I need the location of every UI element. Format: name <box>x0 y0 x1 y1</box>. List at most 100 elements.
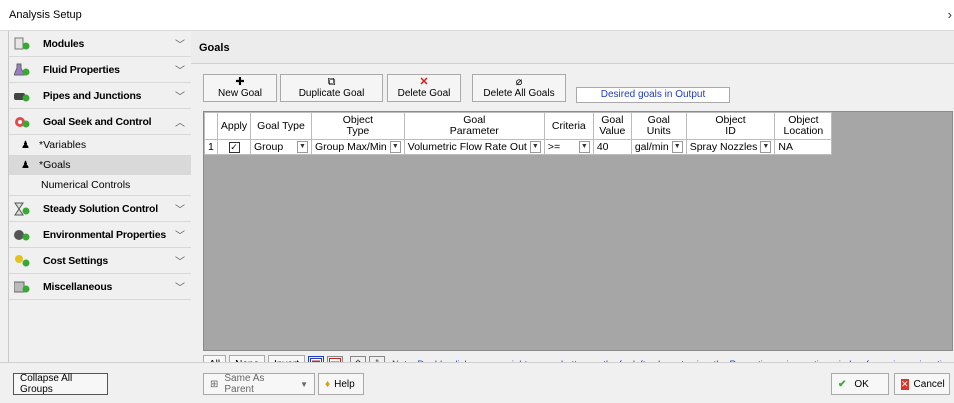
close-icon[interactable]: › <box>948 7 952 22</box>
dropdown-arrow-icon: ▼ <box>300 379 308 389</box>
sidebar-item-label: Cost Settings <box>43 254 109 267</box>
duplicate-icon: ⧉ <box>327 76 336 88</box>
sidebar-subitem-variables[interactable]: ♟ *Variables <box>9 135 192 155</box>
column-header[interactable]: Object Type <box>311 112 405 140</box>
sidebar-item-label: Modules <box>43 37 85 50</box>
goal-seek-icon <box>14 115 30 129</box>
object-location-cell: NA <box>774 139 833 155</box>
help-button[interactable]: ♦ Help <box>318 373 364 395</box>
table-header-row: Apply Goal Type Object Type Goal Parameter… <box>204 112 833 140</box>
sidebar-item-modules[interactable]: Modules ﹀ <box>9 31 192 57</box>
pipes-icon <box>14 89 30 103</box>
checkmark-icon: ✔ <box>838 378 847 390</box>
goal-type-cell[interactable]: Group ▼ <box>250 139 312 155</box>
goals-grid[interactable]: Apply Goal Type Object Type Goal Parameter… <box>203 111 953 351</box>
same-as-parent-dropdown[interactable]: ⊞ Same As Parent ▼ <box>203 373 315 395</box>
eraser-icon: ⌀ <box>515 76 523 88</box>
goals-table: Apply Goal Type Object Type Goal Parameter… <box>204 112 833 155</box>
sidebar-item-label: Environmental Properties <box>43 228 166 241</box>
column-header[interactable]: Goal Parameter <box>403 112 545 140</box>
goal-value-cell[interactable]: 40 <box>592 139 632 155</box>
column-header[interactable]: Object Location <box>774 112 833 140</box>
footer-bar: Collapse All Groups ⊞ Same As Parent ▼ ♦… <box>0 362 954 403</box>
sidebar-subitem-goals[interactable]: ♟ *Goals <box>9 155 192 175</box>
column-header[interactable]: Object ID <box>685 112 776 140</box>
same-as-parent-icon: ⊞ <box>210 378 219 390</box>
dropdown-arrow-icon[interactable]: ▼ <box>297 141 308 153</box>
help-icon: ♦ <box>325 378 331 390</box>
dropdown-arrow-icon[interactable]: ▼ <box>389 141 401 153</box>
apply-checkbox[interactable]: ✓ <box>228 142 240 153</box>
ok-button[interactable]: ✔ OK <box>831 373 889 395</box>
environment-icon <box>14 228 30 242</box>
delete-goal-button[interactable]: ✕ Delete Goal <box>387 74 461 102</box>
window-title: Analysis Setup <box>9 9 82 21</box>
cost-icon <box>14 254 30 268</box>
cancel-icon: ✕ <box>901 378 909 390</box>
sidebar-item-cost-settings[interactable]: Cost Settings ﹀ <box>9 248 192 274</box>
dropdown-arrow-icon[interactable]: ▼ <box>760 141 772 153</box>
chevron-down-icon[interactable]: ﹀ <box>172 36 188 51</box>
sidebar-subitem-numerical-controls[interactable]: Numerical Controls <box>9 175 192 196</box>
title-bar: Analysis Setup › <box>0 0 954 31</box>
chevron-down-icon[interactable]: ﹀ <box>172 227 188 242</box>
row-header-corner <box>204 112 218 140</box>
criteria-cell[interactable]: >= ▼ <box>543 139 594 155</box>
sidebar-item-miscellaneous[interactable]: Miscellaneous ﹀ <box>9 274 192 300</box>
misc-icon <box>13 280 30 294</box>
dropdown-arrow-icon[interactable]: ▼ <box>529 141 541 153</box>
duplicate-goal-label: Duplicate Goal <box>298 88 365 99</box>
cancel-button[interactable]: ✕ Cancel <box>894 373 950 395</box>
goal-parameter-cell[interactable]: Volumetric Flow Rate Out ▼ <box>403 139 545 155</box>
sidebar: Modules ﹀ Fluid Properties ﹀ Pipes and J… <box>8 31 193 363</box>
sidebar-item-pipes-junctions[interactable]: Pipes and Junctions ﹀ <box>9 83 192 109</box>
section-title: Goals <box>199 42 230 54</box>
duplicate-goal-button[interactable]: ⧉ Duplicate Goal <box>280 74 383 102</box>
chevron-down-icon[interactable]: ﹀ <box>172 201 188 216</box>
desired-goals-output-button[interactable]: Desired goals in Output <box>576 87 730 103</box>
new-goal-button[interactable]: ✚ New Goal <box>203 74 277 102</box>
flask-icon <box>13 63 30 77</box>
sidebar-item-label: Steady Solution Control <box>43 202 158 215</box>
sidebar-item-label: Goal Seek and Control <box>43 115 152 128</box>
modules-icon <box>14 37 30 51</box>
chevron-down-icon[interactable]: ﹀ <box>172 253 188 268</box>
row-number[interactable]: 1 <box>204 139 218 155</box>
chevron-down-icon[interactable]: ﹀ <box>172 62 188 77</box>
object-id-cell[interactable]: Spray Nozzles ▼ <box>685 139 776 155</box>
column-header[interactable]: Goal Units <box>630 112 687 140</box>
apply-checkbox-cell[interactable]: ✓ <box>217 139 251 155</box>
column-header[interactable]: Apply <box>217 112 251 140</box>
sidebar-item-steady-solution[interactable]: Steady Solution Control ﹀ <box>9 196 192 222</box>
sidebar-subitem-label: *Variables <box>39 139 87 151</box>
sidebar-item-environmental[interactable]: Environmental Properties ﹀ <box>9 222 192 248</box>
column-header[interactable]: Goal Value <box>592 112 632 140</box>
delete-goal-label: Delete Goal <box>397 88 451 99</box>
chevron-down-icon[interactable]: ﹀ <box>172 279 188 294</box>
delete-all-goals-button[interactable]: ⌀ Delete All Goals <box>472 74 566 102</box>
chevron-down-icon[interactable]: ﹀ <box>172 88 188 103</box>
object-type-cell[interactable]: Group Max/Min ▼ <box>311 139 405 155</box>
collapse-all-groups-button[interactable]: Collapse All Groups <box>13 373 108 395</box>
person-icon: ♟ <box>21 159 30 171</box>
main-panel: Goals ✚ New Goal ⧉ Duplicate Goal ✕ Dele… <box>191 31 954 373</box>
hourglass-icon <box>14 202 30 216</box>
sidebar-item-fluid-properties[interactable]: Fluid Properties ﹀ <box>9 57 192 83</box>
goal-units-cell[interactable]: gal/min ▼ <box>630 139 687 155</box>
sidebar-item-label: Fluid Properties <box>43 63 120 76</box>
sidebar-item-goal-seek-control[interactable]: Goal Seek and Control ︿ <box>9 109 192 135</box>
delete-icon: ✕ <box>419 76 429 88</box>
new-goal-icon: ✚ <box>235 76 245 88</box>
column-header[interactable]: Criteria <box>543 112 594 140</box>
column-header[interactable]: Goal Type <box>250 112 312 140</box>
table-row[interactable]: 1 ✓ Group ▼ Group Max/Min ▼ Volumetric Flo… <box>204 139 833 155</box>
sidebar-item-label: Pipes and Junctions <box>43 89 142 102</box>
delete-all-goals-label: Delete All Goals <box>483 88 555 99</box>
dropdown-arrow-icon[interactable]: ▼ <box>671 141 683 153</box>
dropdown-arrow-icon[interactable]: ▼ <box>578 141 590 153</box>
sidebar-subitem-label: *Goals <box>39 159 71 171</box>
person-icon: ♟ <box>21 139 30 151</box>
sidebar-subitem-label: Numerical Controls <box>41 179 131 191</box>
new-goal-label: New Goal <box>218 88 262 99</box>
chevron-up-icon[interactable]: ︿ <box>172 114 188 129</box>
